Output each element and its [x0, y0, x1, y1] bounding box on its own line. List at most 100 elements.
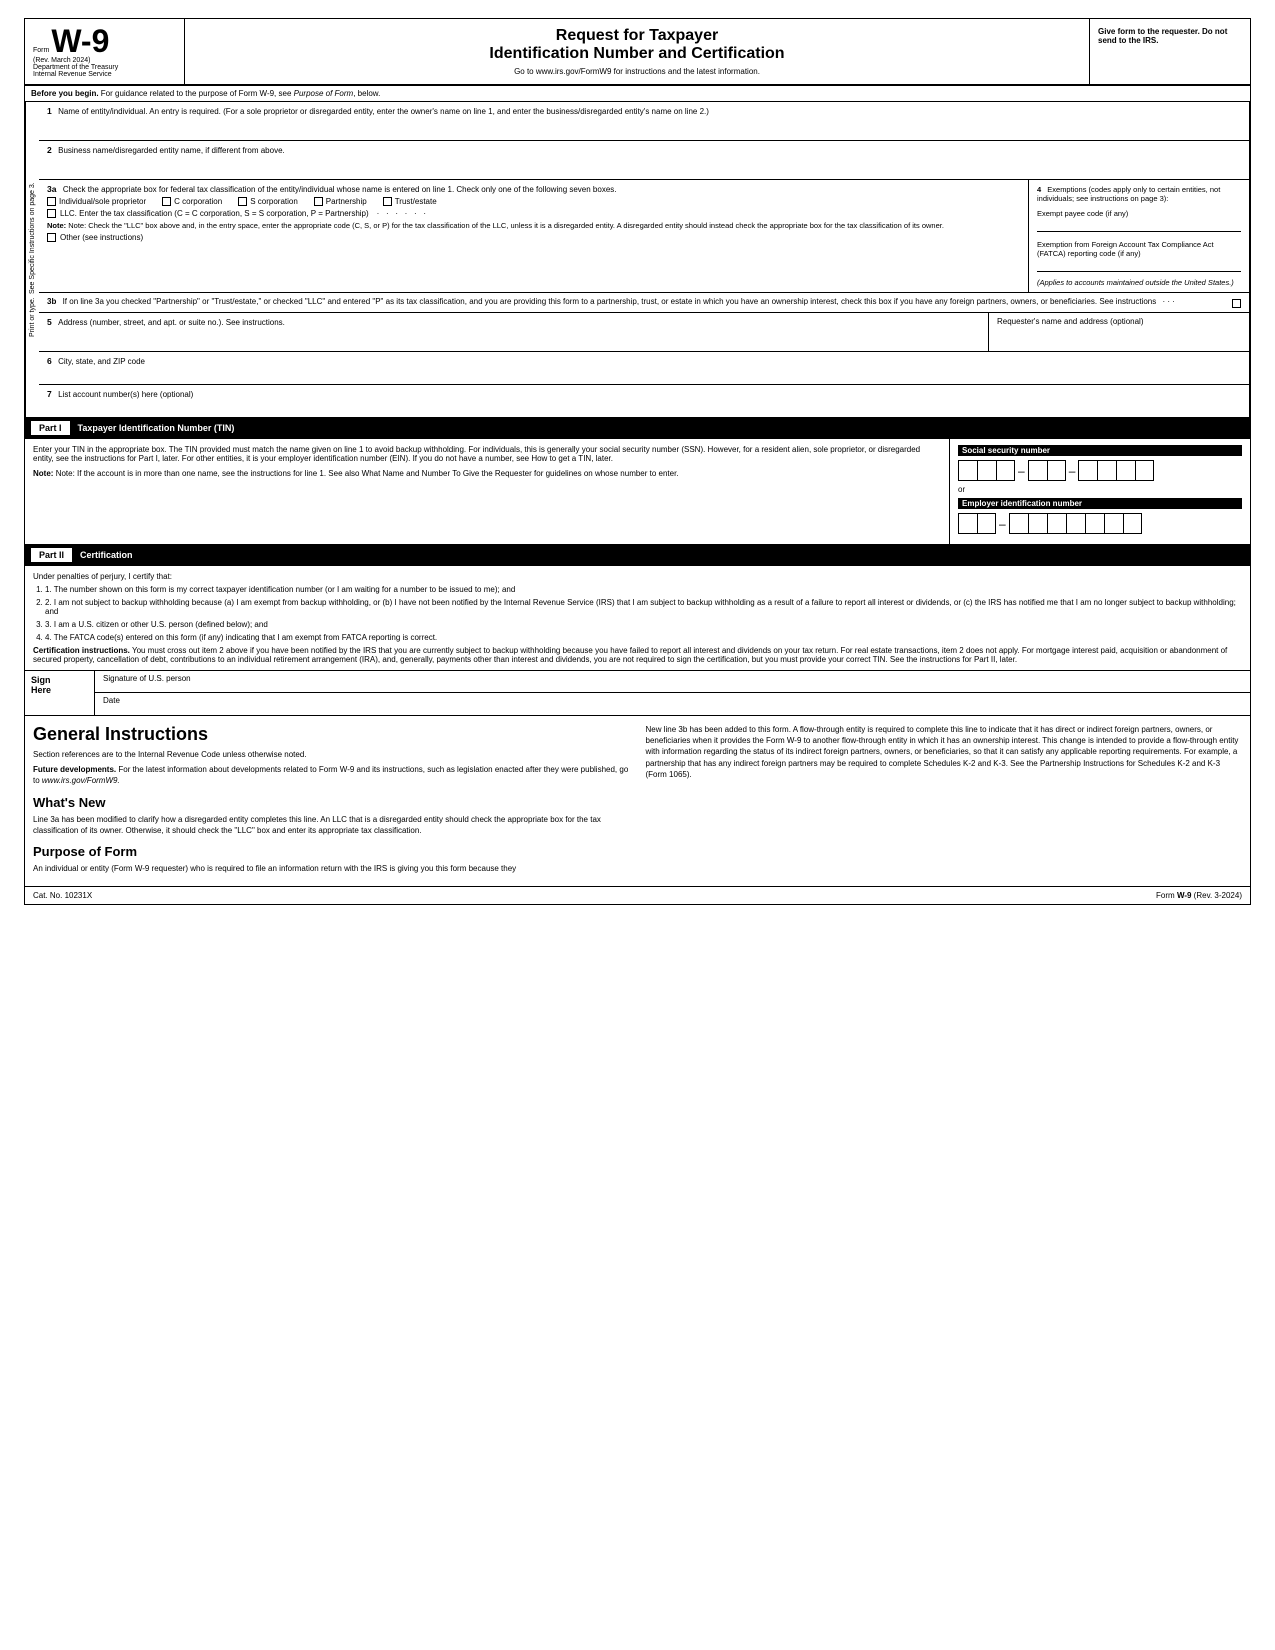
llc-row: LLC. Enter the tax classification (C = C… — [47, 209, 1020, 218]
field-1-label: Name of entity/individual. An entry is r… — [58, 107, 709, 116]
irs-label: Internal Revenue Service — [33, 71, 176, 78]
gi-title: General Instructions — [33, 724, 630, 745]
ein-cell-7[interactable] — [1085, 513, 1104, 534]
cert-item-4: 4. The FATCA code(s) entered on this for… — [45, 633, 1242, 642]
ein-cell-8[interactable] — [1104, 513, 1123, 534]
checkbox-ccorp-box[interactable] — [162, 197, 171, 206]
form-instructions-link: Go to www.irs.gov/FormW9 for instruction… — [195, 67, 1079, 76]
field-5-number: 5 — [47, 317, 52, 327]
ssn-cell-5[interactable] — [1047, 460, 1066, 481]
field-5-area: 5 Address (number, street, and apt. or s… — [39, 313, 989, 351]
fatca-input[interactable] — [1037, 260, 1241, 272]
llc-note: Note: Note: Check the "LLC" box above an… — [47, 221, 1020, 230]
ein-cell-6[interactable] — [1066, 513, 1085, 534]
part1-header: Part I Taxpayer Identification Number (T… — [25, 418, 1250, 439]
gi-right-col: New line 3b has been added to this form.… — [646, 724, 1243, 878]
field-6-row: 6 City, state, and ZIP code — [39, 352, 1249, 385]
ein-cell-9[interactable] — [1123, 513, 1142, 534]
ssn-group-2 — [1028, 460, 1066, 481]
field-3b-row: 3b If on line 3a you checked "Partnershi… — [39, 293, 1249, 313]
ssn-cell-9[interactable] — [1135, 460, 1154, 481]
field-6-label: City, state, and ZIP code — [58, 357, 145, 366]
gi-whats-new-title: What's New — [33, 795, 630, 810]
cert-instructions-text: You must cross out item 2 above if you h… — [33, 646, 1227, 664]
ein-grid: – — [958, 513, 1242, 534]
gi-future-dev-link: www.irs.gov/FormW9. — [42, 776, 120, 785]
field-6-input[interactable] — [47, 366, 1241, 380]
checkbox-3b-box[interactable] — [1232, 299, 1241, 308]
checkbox-other-box[interactable] — [47, 233, 56, 242]
cert-item-3: 3. I am a U.S. citizen or other U.S. per… — [45, 620, 1242, 629]
other-row: Other (see instructions) — [47, 233, 1020, 242]
field-7-input[interactable] — [47, 399, 1241, 413]
checkbox-trust[interactable]: Trust/estate — [383, 197, 437, 206]
sign-here-section: Sign Here Signature of U.S. person Date — [25, 671, 1250, 716]
field-4-title: Exemptions (codes apply only to certain … — [1037, 185, 1220, 203]
ssn-cell-6[interactable] — [1078, 460, 1097, 481]
checkbox-ccorp[interactable]: C corporation — [162, 197, 222, 206]
gi-whats-new-text: Line 3a has been modified to clarify how… — [33, 814, 630, 836]
checkbox-individual-box[interactable] — [47, 197, 56, 206]
certification-list: 1. The number shown on this form is my c… — [45, 585, 1242, 642]
ein-cell-2[interactable] — [977, 513, 996, 534]
field-7-number: 7 — [47, 389, 52, 399]
field-1-number: 1 — [47, 106, 52, 116]
checkbox-individual[interactable]: Individual/sole proprietor — [47, 197, 146, 206]
cert-item-2: 2. I am not subject to backup withholdin… — [45, 598, 1242, 616]
ssn-cell-8[interactable] — [1116, 460, 1135, 481]
gi-future-dev: Future developments. For the latest info… — [33, 764, 630, 786]
main-fields: 1 Name of entity/individual. An entry is… — [39, 102, 1250, 417]
ssn-cell-3[interactable] — [996, 460, 1015, 481]
field-7-label: List account number(s) here (optional) — [58, 390, 193, 399]
field-1-input[interactable] — [47, 118, 1241, 136]
signature-field[interactable]: Signature of U.S. person — [95, 671, 1250, 693]
part2-title: Certification — [80, 550, 133, 560]
ein-cell-5[interactable] — [1047, 513, 1066, 534]
form-title-line1: Request for Taxpayer — [195, 27, 1079, 45]
applies-text: (Applies to accounts maintained outside … — [1037, 278, 1241, 287]
gi-future-dev-text: For the latest information about develop… — [33, 765, 628, 785]
ssn-cell-4[interactable] — [1028, 460, 1047, 481]
checkbox-llc-box[interactable] — [47, 209, 56, 218]
ssn-cell-7[interactable] — [1097, 460, 1116, 481]
sidebar-text-see: See Specific Instructions on page 3. — [29, 182, 36, 294]
ssn-grid: – – — [958, 460, 1242, 481]
form-header: Form W-9 (Rev. March 2024) Department of… — [25, 19, 1250, 86]
date-label: Date — [103, 696, 120, 705]
ein-cell-1[interactable] — [958, 513, 977, 534]
ein-cell-3[interactable] — [1009, 513, 1028, 534]
exempt-payee-input[interactable] — [1037, 220, 1241, 232]
field-6-number: 6 — [47, 356, 52, 366]
sidebar-text-print: Print or type. — [29, 297, 36, 337]
cert-instructions-para: Certification instructions. You must cro… — [33, 646, 1242, 664]
checkbox-trust-box[interactable] — [383, 197, 392, 206]
part1-content: Enter your TIN in the appropriate box. T… — [25, 439, 1250, 545]
ein-label: Employer identification number — [958, 498, 1242, 509]
part1-right: Social security number – – — [950, 439, 1250, 544]
checkbox-scorp[interactable]: S corporation — [238, 197, 298, 206]
field-3b-text: If on line 3a you checked "Partnership" … — [63, 297, 1157, 306]
checkbox-partnership-box[interactable] — [314, 197, 323, 206]
ssn-cell-1[interactable] — [958, 460, 977, 481]
form-number: W-9 — [51, 25, 109, 57]
form-body: Print or type. See Specific Instructions… — [25, 102, 1250, 418]
ssn-separator-1: – — [1015, 464, 1028, 478]
checkbox-partnership[interactable]: Partnership — [314, 197, 367, 206]
ssn-cell-2[interactable] — [977, 460, 996, 481]
field-4-number: 4 — [1037, 185, 1041, 194]
header-form-id: Form W-9 (Rev. March 2024) Department of… — [25, 19, 185, 84]
part2-label: Part II — [31, 548, 72, 562]
checkbox-ccorp-label: C corporation — [174, 197, 222, 206]
checkbox-other-label: Other (see instructions) — [60, 233, 143, 242]
field-2-input[interactable] — [47, 157, 1241, 175]
fatca-area: Exemption from Foreign Account Tax Compl… — [1037, 240, 1241, 272]
ein-separator: – — [996, 517, 1009, 531]
field-5-input[interactable] — [47, 327, 980, 347]
fatca-label: Exemption from Foreign Account Tax Compl… — [1037, 240, 1214, 258]
field-3a-4-container: 3a Check the appropriate box for federal… — [39, 180, 1249, 293]
form-ref: Form W-9 (Rev. 3-2024) — [1156, 891, 1242, 900]
checkbox-scorp-box[interactable] — [238, 197, 247, 206]
ein-cell-4[interactable] — [1028, 513, 1047, 534]
date-field[interactable]: Date — [95, 693, 1250, 715]
dept-label: Department of the Treasury — [33, 64, 176, 71]
